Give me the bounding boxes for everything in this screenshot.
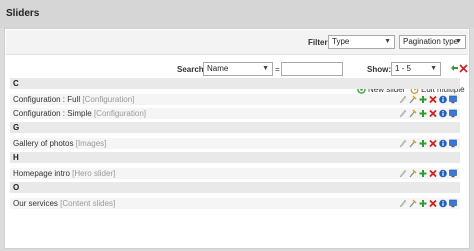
search-label: Search: bbox=[177, 65, 207, 74]
slider-type: [Configuration] bbox=[82, 95, 135, 104]
add-icon[interactable] bbox=[419, 199, 427, 208]
info-icon[interactable] bbox=[439, 169, 447, 178]
preview-icon[interactable] bbox=[449, 169, 457, 178]
tools-icon[interactable] bbox=[409, 95, 417, 104]
info-icon[interactable] bbox=[439, 199, 447, 208]
slider-row[interactable]: Gallery of photos [Images] bbox=[10, 138, 460, 149]
type-filter-value: Type bbox=[332, 37, 350, 46]
preview-icon[interactable] bbox=[449, 109, 457, 118]
type-filter-select[interactable]: Type ▼ bbox=[328, 35, 395, 49]
info-icon[interactable] bbox=[439, 139, 447, 148]
slider-type: [Content slides] bbox=[60, 199, 116, 208]
row-actions bbox=[399, 109, 457, 118]
row-actions bbox=[399, 169, 457, 178]
slider-row[interactable]: Our services [Content slides] bbox=[10, 198, 460, 209]
slider-row[interactable]: Homepage intro [Hero slider] bbox=[10, 168, 460, 179]
slider-name: Configuration : Simple bbox=[13, 109, 92, 118]
edit-pencil-icon[interactable] bbox=[399, 139, 407, 148]
info-icon[interactable] bbox=[439, 95, 447, 104]
tools-icon[interactable] bbox=[409, 109, 417, 118]
group-header: H bbox=[10, 152, 460, 163]
pagination-type-value: Pagination type bbox=[403, 37, 459, 46]
add-icon[interactable] bbox=[419, 169, 427, 178]
delete-icon[interactable] bbox=[429, 169, 437, 178]
page-range-select[interactable]: 1 - 5 ▼ bbox=[391, 62, 441, 76]
slider-name: Configuration : Full bbox=[13, 95, 81, 104]
chevron-down-icon: ▼ bbox=[262, 65, 269, 72]
slider-type: [Hero slider] bbox=[72, 169, 116, 178]
row-actions bbox=[399, 95, 457, 104]
tools-icon[interactable] bbox=[409, 199, 417, 208]
preview-icon[interactable] bbox=[449, 139, 457, 148]
clear-filter-icon[interactable] bbox=[458, 63, 469, 74]
slider-list: C Configuration : Full [Configuration] Con… bbox=[10, 78, 460, 212]
delete-icon[interactable] bbox=[429, 199, 437, 208]
search-operator: = bbox=[275, 65, 280, 74]
chevron-down-icon: ▼ bbox=[455, 38, 462, 45]
row-actions bbox=[399, 199, 457, 208]
delete-icon[interactable] bbox=[429, 139, 437, 148]
page-range-value: 1 - 5 bbox=[395, 64, 412, 73]
pagination-type-select[interactable]: Pagination type ▼ bbox=[399, 35, 466, 49]
delete-icon[interactable] bbox=[429, 95, 437, 104]
page-title: Sliders bbox=[6, 8, 40, 19]
slider-name: Gallery of photos bbox=[13, 139, 74, 148]
slider-name: Homepage intro bbox=[13, 169, 70, 178]
search-input[interactable] bbox=[281, 62, 343, 76]
slider-row[interactable]: Configuration : Full [Configuration] bbox=[10, 94, 460, 105]
slider-row[interactable]: Configuration : Simple [Configuration] bbox=[10, 108, 460, 119]
group-header: O bbox=[10, 182, 460, 193]
delete-icon[interactable] bbox=[429, 109, 437, 118]
preview-icon[interactable] bbox=[449, 95, 457, 104]
tools-icon[interactable] bbox=[409, 139, 417, 148]
info-icon[interactable] bbox=[439, 109, 447, 118]
edit-pencil-icon[interactable] bbox=[399, 95, 407, 104]
filter-bar: Filter: Type ▼ Pagination type ▼ bbox=[6, 30, 468, 55]
tools-icon[interactable] bbox=[409, 169, 417, 178]
edit-pencil-icon[interactable] bbox=[399, 109, 407, 118]
edit-pencil-icon[interactable] bbox=[399, 169, 407, 178]
row-actions bbox=[399, 139, 457, 148]
chevron-down-icon: ▼ bbox=[430, 65, 437, 72]
group-header: C bbox=[10, 78, 460, 89]
group-header: G bbox=[10, 122, 460, 133]
slider-type: [Configuration] bbox=[93, 109, 146, 118]
slider-type: [Images] bbox=[75, 139, 107, 148]
add-icon[interactable] bbox=[419, 139, 427, 148]
search-field-value: Name bbox=[207, 64, 229, 73]
slider-name: Our services bbox=[13, 199, 58, 208]
chevron-down-icon: ▼ bbox=[384, 38, 391, 45]
add-icon[interactable] bbox=[419, 109, 427, 118]
show-label: Show: bbox=[367, 65, 391, 74]
add-icon[interactable] bbox=[419, 95, 427, 104]
search-field-select[interactable]: Name ▼ bbox=[203, 62, 273, 76]
filter-label: Filter: bbox=[308, 38, 331, 47]
edit-pencil-icon[interactable] bbox=[399, 199, 407, 208]
preview-icon[interactable] bbox=[449, 199, 457, 208]
title-bar: Sliders bbox=[0, 0, 474, 28]
